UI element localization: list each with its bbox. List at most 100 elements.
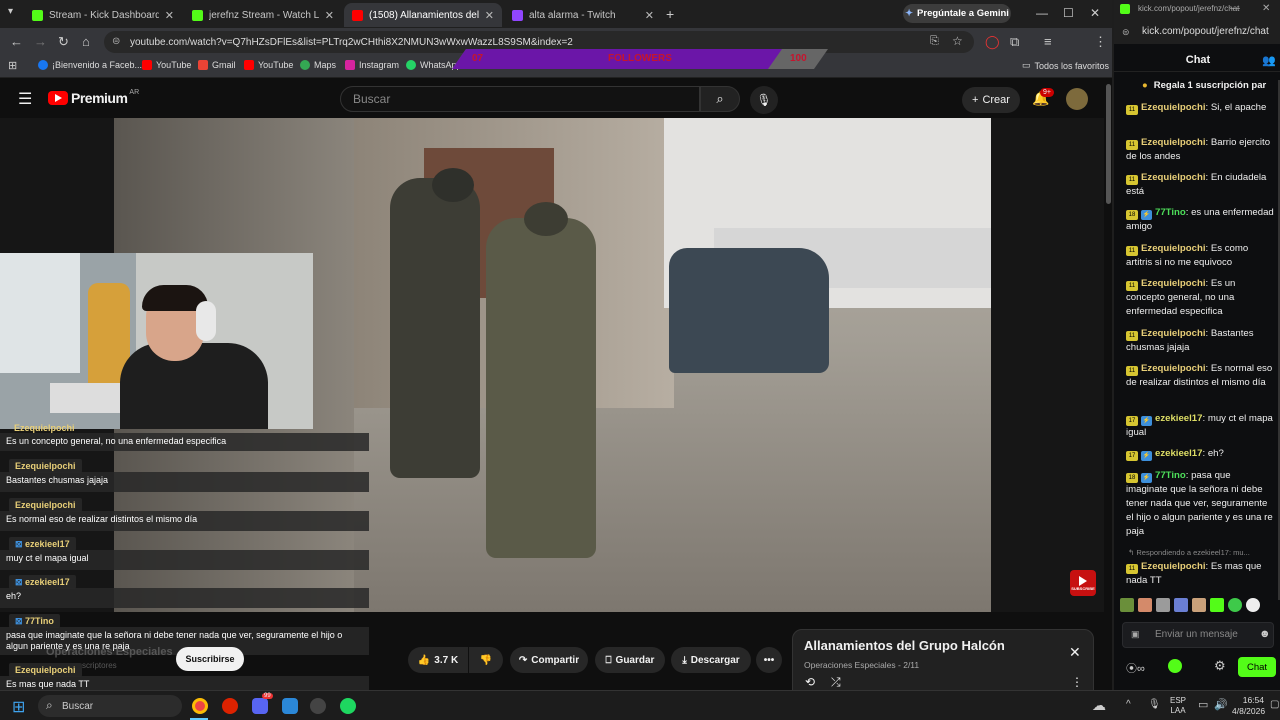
- like-button[interactable]: 👍 3.7 K: [408, 647, 468, 673]
- tab-twitch[interactable]: alta alarma - Twitch ✕: [504, 3, 662, 27]
- search-input[interactable]: Buscar: [340, 86, 700, 112]
- chat-username[interactable]: ezekieel17: [1155, 413, 1202, 424]
- minimize-button[interactable]: —: [1230, 3, 1240, 14]
- site-info-icon[interactable]: ⊜: [112, 36, 120, 47]
- create-button[interactable]: + Crear: [962, 87, 1020, 113]
- chat-username[interactable]: Ezequielpochi: [1141, 278, 1206, 289]
- emote-icon[interactable]: [1156, 598, 1170, 612]
- emote-icon[interactable]: [1120, 598, 1134, 612]
- tab-youtube[interactable]: (1508) Allanamientos del Gr ✕: [344, 3, 502, 27]
- emote-icon[interactable]: [1138, 598, 1152, 612]
- emote-icon[interactable]: [1246, 598, 1260, 612]
- shuffle-icon[interactable]: ⤮: [831, 675, 841, 690]
- maximize-button[interactable]: ☐: [1063, 6, 1074, 20]
- forward-icon[interactable]: →: [34, 34, 47, 49]
- weather-icon[interactable]: ☁: [1092, 697, 1106, 714]
- new-tab-button[interactable]: +: [666, 6, 674, 22]
- window-close-button[interactable]: ✕: [1090, 6, 1100, 20]
- close-icon[interactable]: ✕: [485, 9, 494, 22]
- back-icon[interactable]: ←: [10, 34, 23, 49]
- close-icon[interactable]: ✕: [325, 9, 334, 22]
- gear-icon[interactable]: ⚙: [1214, 658, 1226, 674]
- close-icon[interactable]: ✕: [1069, 644, 1081, 661]
- close-button[interactable]: ✕: [1262, 3, 1270, 14]
- network-icon[interactable]: ▭: [1198, 698, 1208, 711]
- chrome-icon[interactable]: [192, 698, 208, 714]
- loop-icon[interactable]: ⟲: [805, 675, 815, 689]
- minimize-button[interactable]: —: [1036, 6, 1048, 20]
- notification-icon[interactable]: ▢: [1270, 699, 1279, 710]
- chat-username[interactable]: 77Tino: [1155, 470, 1186, 481]
- language-indicator[interactable]: ESP LAA: [1170, 696, 1186, 716]
- bookmark-facebook[interactable]: ¡Bienvenido a Faceb...: [38, 60, 142, 70]
- bookmark-star-icon[interactable]: ☆: [952, 34, 963, 48]
- youtube-logo[interactable]: Premium AR: [48, 89, 139, 106]
- page-scrollbar[interactable]: [1106, 84, 1111, 204]
- volume-icon[interactable]: 🔊: [1214, 698, 1228, 711]
- spotify-icon[interactable]: [340, 698, 356, 714]
- opera-icon[interactable]: ◯: [985, 34, 1000, 50]
- download-button[interactable]: ⤓ Descargar: [671, 647, 751, 673]
- menu-icon[interactable]: ⋮: [1094, 34, 1107, 50]
- subscribe-button[interactable]: Suscribirse: [176, 647, 244, 671]
- bookmark-youtube[interactable]: YouTube: [142, 60, 191, 70]
- share-button[interactable]: ↷ Compartir: [510, 647, 588, 673]
- chat-username[interactable]: Ezequielpochi: [1141, 363, 1206, 374]
- channel-name[interactable]: Operaciones Especiales: [46, 646, 173, 658]
- send-chat-button[interactable]: Chat: [1238, 657, 1276, 677]
- tab-search-icon[interactable]: ▾: [8, 6, 20, 20]
- extensions-icon[interactable]: ⧉: [1010, 34, 1019, 50]
- subscribe-watermark[interactable]: SUBSCRIBE: [1070, 570, 1096, 596]
- emoji-icon[interactable]: ☻: [1259, 628, 1271, 640]
- mic-icon[interactable]: 🎙: [1148, 699, 1161, 710]
- gemini-button[interactable]: ✦ Pregúntale a Gemini: [903, 4, 1011, 23]
- opera-icon[interactable]: [222, 698, 238, 714]
- all-bookmarks[interactable]: ▭ Todos los favoritos: [1022, 60, 1109, 71]
- chat-username[interactable]: 77Tino: [1155, 207, 1186, 218]
- cast-icon[interactable]: ⎘: [930, 35, 939, 48]
- voice-search-button[interactable]: 🎙: [750, 86, 778, 114]
- bookmark-youtube-2[interactable]: YouTube: [244, 60, 293, 70]
- chat-username[interactable]: Ezequielpochi: [1141, 102, 1206, 113]
- media-icon[interactable]: ≡: [1044, 34, 1052, 49]
- chat-username[interactable]: Ezequielpochi: [1141, 172, 1206, 183]
- site-info-icon[interactable]: ⊜: [1122, 27, 1130, 38]
- discord-icon[interactable]: [252, 698, 268, 714]
- bookmark-maps[interactable]: Maps: [300, 60, 336, 70]
- tab-kick-watch[interactable]: jerefnz Stream - Watch Live on ✕: [184, 3, 342, 27]
- emote-icon[interactable]: [1192, 598, 1206, 612]
- tab-kick-dashboard[interactable]: Stream - Kick Dashboard ✕: [24, 3, 182, 27]
- save-button[interactable]: ⎕ Guardar: [595, 647, 665, 673]
- reload-icon[interactable]: ↻: [58, 34, 69, 50]
- apps-icon[interactable]: ⊞: [8, 59, 17, 72]
- chat-username[interactable]: Ezequielpochi: [1141, 328, 1206, 339]
- taskbar-search[interactable]: ⌕ Buscar: [38, 695, 182, 717]
- photos-icon[interactable]: [282, 698, 298, 714]
- search-button[interactable]: ⌕: [700, 86, 740, 112]
- points-icon[interactable]: ⦿∞: [1126, 660, 1145, 676]
- emote-icon[interactable]: [1228, 598, 1242, 612]
- chat-username[interactable]: Ezequielpochi: [1141, 137, 1206, 148]
- more-icon[interactable]: ⋮: [1071, 675, 1083, 689]
- windows-start-icon[interactable]: ⊞: [12, 697, 25, 717]
- clock[interactable]: 16:54 4/8/2026: [1232, 695, 1265, 717]
- obs-icon[interactable]: [310, 698, 326, 714]
- chat-username[interactable]: Ezequielpochi: [1141, 243, 1206, 254]
- chat-input[interactable]: ▣ Enviar un mensaje ☻: [1122, 622, 1274, 648]
- chevron-up-icon[interactable]: ^: [1126, 699, 1131, 710]
- bookmark-instagram[interactable]: Instagram: [345, 60, 399, 70]
- users-icon[interactable]: 👥: [1262, 54, 1276, 67]
- close-icon[interactable]: ✕: [645, 9, 654, 22]
- emote-icon[interactable]: [1174, 598, 1188, 612]
- chat-settings-icon[interactable]: ▣: [1131, 629, 1140, 640]
- kick-logo-icon[interactable]: [1168, 659, 1182, 673]
- bookmark-gmail[interactable]: Gmail: [198, 60, 236, 70]
- gift-sub-banner[interactable]: ● Regala 1 suscripción par: [1142, 80, 1266, 91]
- dislike-button[interactable]: 👎: [469, 647, 503, 673]
- home-icon[interactable]: ⌂: [82, 34, 90, 49]
- chat-username[interactable]: ezekieel17: [1155, 448, 1202, 459]
- close-icon[interactable]: ✕: [165, 9, 174, 22]
- hamburger-icon[interactable]: ☰: [18, 89, 32, 109]
- emote-icon[interactable]: [1210, 598, 1224, 612]
- more-actions-button[interactable]: •••: [756, 647, 782, 673]
